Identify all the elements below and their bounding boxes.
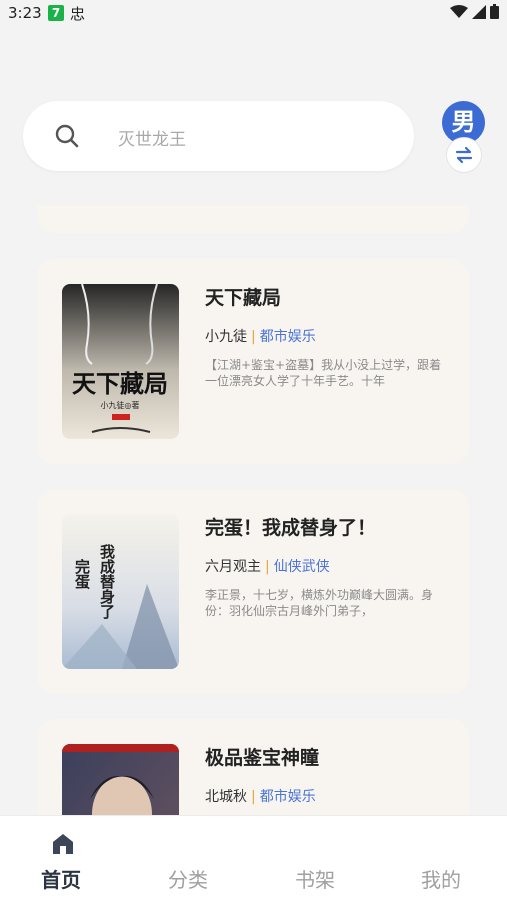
book-meta: 北城秋 | 都市娱乐 [205,786,316,806]
status-time: 3:23 [8,4,42,22]
book-card[interactable]: 天下藏局 小九徒◎著 天下藏局 小九徒 | 都市娱乐 【江湖+鉴宝+盗墓】我从小没上… [37,259,469,464]
signal-icon [472,4,486,19]
separator: | [251,329,256,345]
book-cover: 天下藏局 小九徒◎著 [62,284,179,439]
book-description: 【江湖+鉴宝+盗墓】我从小没上过学，跟着一位漂亮女人学了十年手艺。十年 [205,358,442,388]
book-list[interactable]: 天下藏局 小九徒◎著 天下藏局 小九徒 | 都市娱乐 【江湖+鉴宝+盗墓】我从小没上… [0,205,507,815]
nav-mine[interactable]: 我的 [421,864,461,893]
bottom-nav: 首页 分类 书架 我的 [0,815,507,902]
status-icons [450,4,499,19]
book-title[interactable]: 完蛋！我成替身了！ [205,513,376,540]
book-author: 六月观主 [205,559,261,575]
cover-author: 小九徒◎著 [101,400,140,410]
search-icon [55,124,79,148]
book-title[interactable]: 极品鉴宝神瞳 [205,743,319,770]
book-cover: 我成替身了 完蛋 [62,514,179,669]
switch-button[interactable] [446,137,482,173]
separator: | [265,559,270,575]
book-author: 小九徒 [205,329,247,345]
book-card[interactable]: 我成替身了 完蛋 完蛋！我成替身了！ 六月观主 | 仙侠武侠 李正景，十七岁，横炼外… [37,489,469,694]
nav-home[interactable]: 首页 [41,864,81,893]
wifi-icon [450,4,468,18]
book-title[interactable]: 天下藏局 [205,283,281,310]
book-meta: 小九徒 | 都市娱乐 [205,326,316,346]
book-cover [62,744,179,815]
nav-category[interactable]: 分类 [168,864,208,893]
swap-icon [455,146,473,164]
status-app-badge: 7 [48,5,64,21]
book-author: 北城秋 [205,789,247,805]
status-app-icon: 忠 [70,5,86,23]
book-genre[interactable]: 都市娱乐 [260,789,316,805]
search-placeholder: 灭世龙王 [118,130,186,150]
nav-bookshelf[interactable]: 书架 [295,864,335,893]
cover-subtitle: 完蛋 [73,558,91,590]
home-icon[interactable] [51,832,75,856]
search-input[interactable]: 灭世龙王 [23,101,414,171]
book-card[interactable] [37,205,469,233]
book-meta: 六月观主 | 仙侠武侠 [205,556,330,576]
book-card[interactable]: 极品鉴宝神瞳 北城秋 | 都市娱乐 [37,719,469,815]
book-genre[interactable]: 都市娱乐 [260,329,316,345]
cover-title: 我成替身了 [98,543,116,620]
book-description: 李正景，十七岁，横炼外功巅峰大圆满。身份：羽化仙宗古月峰外门弟子， [205,588,434,618]
book-genre[interactable]: 仙侠武侠 [274,559,330,575]
cover-title: 天下藏局 [72,369,168,398]
status-bar: 3:23 7 忠 [0,0,507,28]
battery-icon [490,4,499,19]
separator: | [251,789,256,805]
